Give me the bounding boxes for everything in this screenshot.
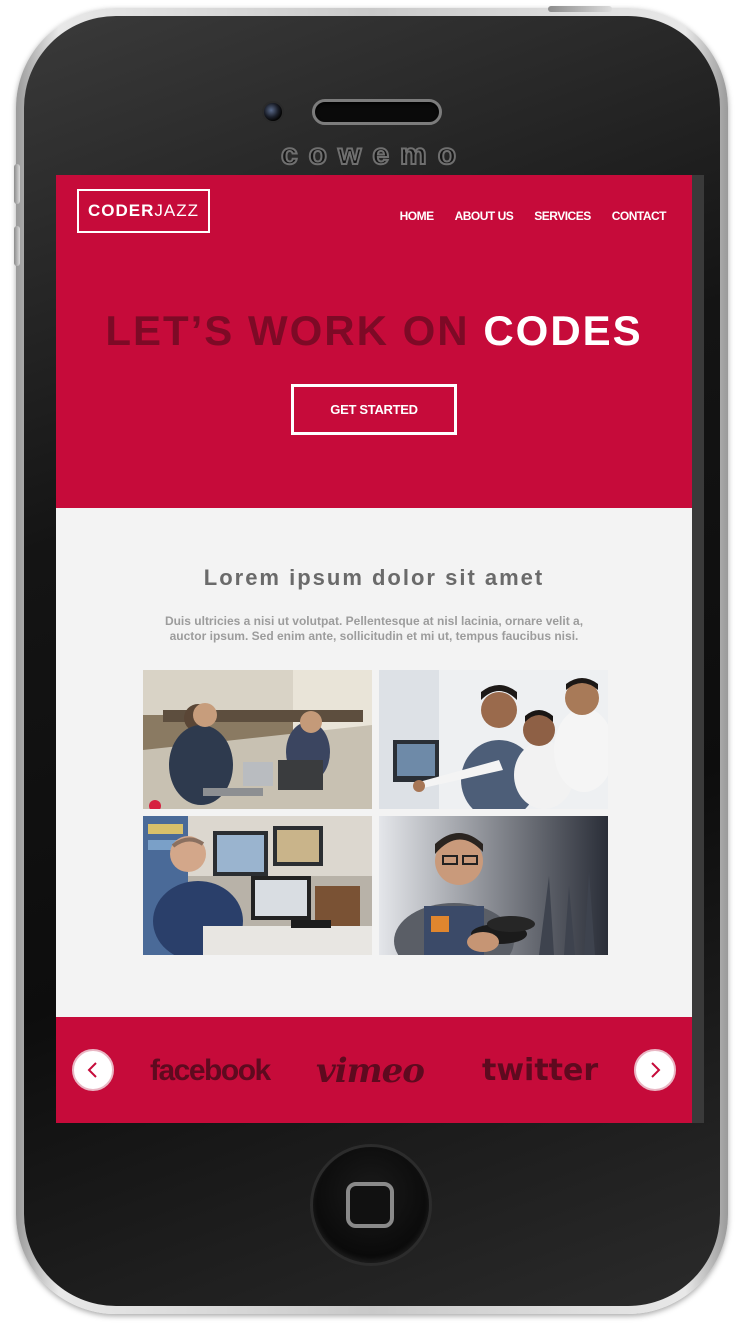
logo-bold-text: CODER (87, 201, 155, 220)
social-strip: facebook vimeo twitter (56, 1017, 692, 1123)
nav-about-us[interactable]: ABOUT US (455, 209, 514, 223)
nav-contact[interactable]: CONTACT (612, 209, 667, 223)
hero-headline: LET’S WORK ON CODES (56, 307, 692, 355)
nav-services[interactable]: SERVICES (534, 209, 591, 223)
carousel-prev-button[interactable] (72, 1049, 114, 1091)
device-brand-mark: cowemo (280, 138, 468, 171)
volume-up-button (14, 164, 20, 204)
phone-screen: CODERJAZZ HOME ABOUT US SERVICES CONTACT… (56, 175, 692, 1123)
power-button (548, 6, 612, 12)
screen-edge-shadow (692, 175, 704, 1123)
carousel-next-button[interactable] (634, 1049, 676, 1091)
chevron-right-icon (651, 1062, 661, 1078)
main-nav: HOME ABOUT US SERVICES CONTACT (400, 209, 667, 223)
chevron-left-icon (87, 1062, 97, 1078)
facebook-logo[interactable]: facebook (150, 1049, 271, 1093)
section-title: Lorem ipsum dolor sit amet (203, 565, 545, 590)
photo-developer-desk (143, 816, 372, 955)
nav-home[interactable]: HOME (400, 209, 435, 223)
volume-down-button (14, 226, 20, 266)
section-description: Duis ultricies a nisi ut volutpat. Pelle… (164, 614, 584, 643)
front-camera (262, 101, 284, 123)
site-logo[interactable]: CODERJAZZ (77, 189, 210, 233)
logo-light-text: JAZZ (154, 201, 199, 220)
headline-muted: LET’S WORK ON (105, 307, 470, 354)
home-button-square-icon (346, 1182, 394, 1228)
twitter-logo[interactable]: twitter (482, 1049, 598, 1093)
photo-developer-phone (379, 816, 608, 955)
content-section: Lorem ipsum dolor sit amet Duis ultricie… (56, 508, 692, 1017)
vimeo-logo[interactable]: vimeo (316, 1049, 425, 1093)
get-started-button[interactable]: GET STARTED (291, 384, 457, 435)
hero-section: CODERJAZZ HOME ABOUT US SERVICES CONTACT… (56, 175, 692, 508)
photo-team-workspace (143, 670, 372, 809)
photo-team-discussion (379, 670, 608, 809)
headline-strong: CODES (483, 307, 643, 354)
earpiece-speaker (312, 99, 442, 125)
